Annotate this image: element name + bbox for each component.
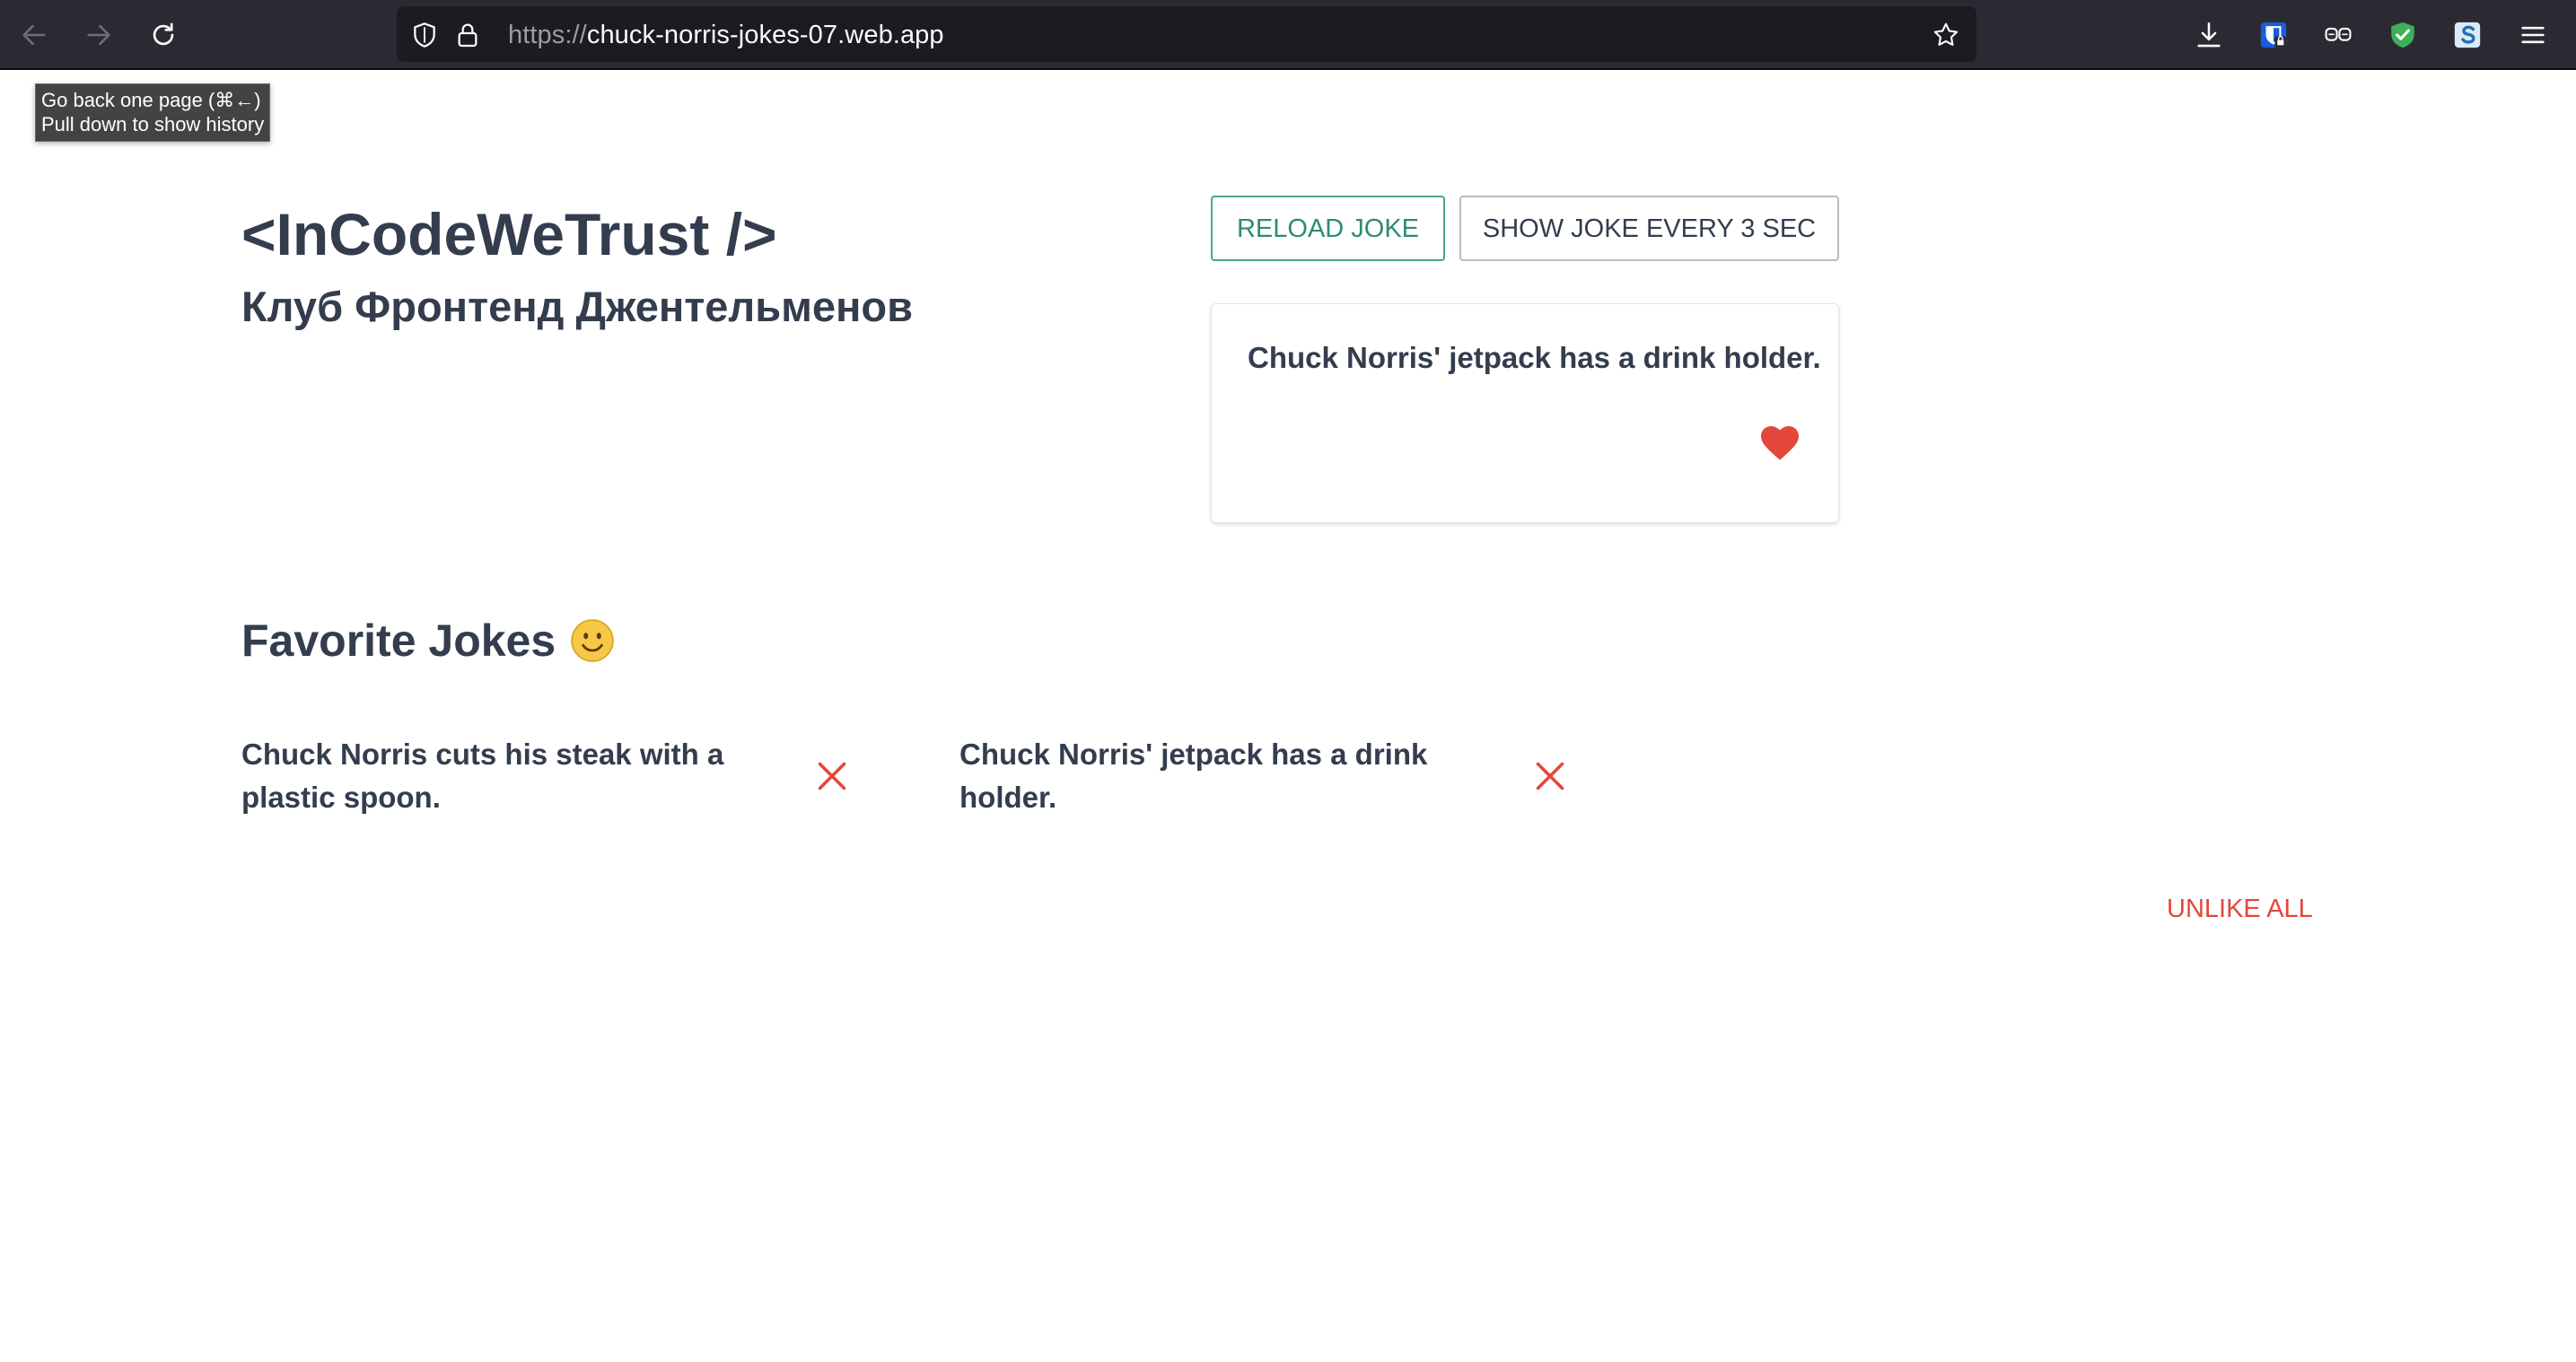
- tooltip-line-1: Go back one page (⌘←): [41, 89, 261, 111]
- extension-s-icon: [2454, 22, 2481, 48]
- favorites-title: Favorite Jokes: [241, 613, 615, 668]
- app-menu-button[interactable]: [2508, 10, 2558, 60]
- star-icon[interactable]: [1932, 21, 1960, 49]
- heart-icon[interactable]: [1759, 423, 1801, 461]
- adblock-shield-icon: [2391, 22, 2414, 48]
- download-icon: [2197, 22, 2221, 48]
- favorites-title-text: Favorite Jokes: [241, 616, 556, 666]
- reader-view-button[interactable]: [2313, 10, 2363, 60]
- s-extension[interactable]: [2442, 10, 2493, 60]
- url-text[interactable]: https://chuck-norris-jokes-07.web.app: [508, 20, 944, 50]
- unlike-all-button[interactable]: UNLIKE ALL: [2167, 893, 2313, 925]
- downloads-button[interactable]: [2184, 10, 2234, 60]
- browser-window: https://chuck-norris-jokes-07.web.app Go…: [0, 0, 2576, 1362]
- adblock-extension[interactable]: [2378, 10, 2428, 60]
- favorite-text: Chuck Norris cuts his steak with a plast…: [241, 738, 724, 814]
- bitwarden-icon: [2260, 22, 2287, 48]
- remove-favorite-icon[interactable]: [816, 760, 848, 792]
- forward-button[interactable]: [74, 10, 124, 60]
- favorite-item: Chuck Norris' jetpack has a drink holder…: [959, 733, 1564, 823]
- site-title: <InCodeWeTrust />: [241, 201, 777, 267]
- smiling-face-icon: [571, 619, 614, 662]
- back-button-tooltip: Go back one page (⌘←) Pull down to show …: [35, 83, 271, 142]
- reader-glasses-icon: [2325, 27, 2352, 41]
- bitwarden-extension[interactable]: [2248, 10, 2299, 60]
- browser-toolbar: https://chuck-norris-jokes-07.web.app: [0, 0, 2576, 70]
- favorite-item: Chuck Norris cuts his steak with a plast…: [241, 733, 846, 823]
- forward-arrow-icon: [87, 24, 110, 46]
- joke-card: Chuck Norris' jetpack has a drink holder…: [1211, 303, 1839, 523]
- reload-joke-button[interactable]: RELOAD JOKE: [1211, 196, 1445, 261]
- address-bar[interactable]: https://chuck-norris-jokes-07.web.app: [397, 6, 1976, 62]
- site-subtitle: Клуб Фронтенд Джентельменов: [241, 283, 914, 330]
- shield-icon[interactable]: [410, 21, 439, 49]
- lock-icon[interactable]: [453, 21, 482, 49]
- url-scheme: https://: [508, 21, 587, 49]
- favorite-text: Chuck Norris' jetpack has a drink holder…: [959, 738, 1428, 814]
- url-host: chuck-norris-jokes-07.web.app: [586, 21, 944, 49]
- back-button[interactable]: [9, 10, 59, 60]
- hamburger-menu-icon: [2521, 26, 2545, 44]
- joke-text: Chuck Norris' jetpack has a drink holder…: [1248, 341, 1821, 374]
- reload-button[interactable]: [138, 10, 188, 60]
- auto-joke-button[interactable]: SHOW JOKE EVERY 3 SEC: [1459, 196, 1839, 261]
- tooltip-line-2: Pull down to show history: [41, 113, 265, 135]
- remove-favorite-icon[interactable]: [1534, 760, 1566, 792]
- reload-icon: [153, 22, 174, 46]
- back-arrow-icon: [22, 24, 46, 46]
